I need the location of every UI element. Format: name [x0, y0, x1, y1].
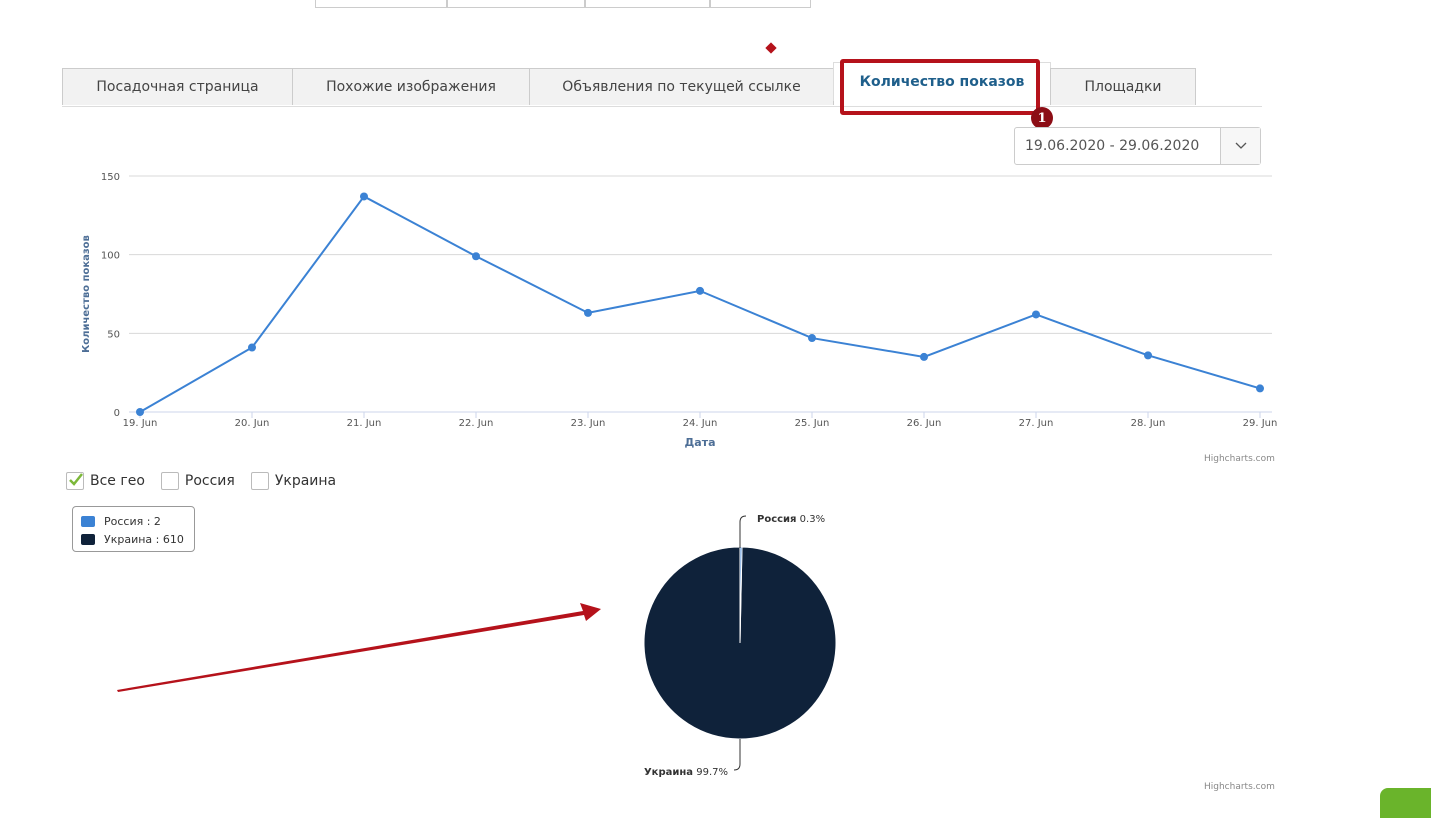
date-range-value: 19.06.2020 - 29.06.2020 — [1025, 138, 1200, 154]
geo-filter-label: Все гео — [90, 473, 145, 489]
x-tick-label: 20. Jun — [235, 418, 270, 429]
pie-label-connector — [733, 739, 741, 771]
y-tick-label: 50 — [107, 329, 120, 340]
x-axis-title: Дата — [684, 436, 715, 449]
legend-item-russia[interactable]: Россия : 2 — [81, 512, 186, 530]
geo-filter-russia[interactable]: Россия — [160, 472, 235, 490]
geo-filter-group: Все гео Россия Украина — [66, 472, 336, 490]
chat-widget-button[interactable] — [1380, 788, 1431, 818]
top-button[interactable] — [585, 0, 710, 8]
geo-filter-label: Россия — [184, 473, 235, 489]
top-button[interactable] — [315, 0, 447, 8]
y-tick-label: 150 — [101, 172, 120, 183]
geo-filter-all[interactable]: Все гео — [66, 472, 145, 490]
pie-slice-russia[interactable] — [739, 546, 743, 644]
data-point[interactable] — [584, 308, 592, 317]
geo-pie-chart: Россия 0.3% Украина 99.7% — [643, 514, 837, 778]
tab-ads-by-link[interactable]: Объявления по текущей ссылке — [529, 68, 834, 105]
data-point[interactable] — [808, 334, 816, 343]
x-tick-label: 28. Jun — [1131, 418, 1166, 429]
series-line — [139, 195, 1261, 413]
tab-similar-images[interactable]: Похожие изображения — [292, 68, 530, 105]
x-tick-label: 26. Jun — [907, 418, 942, 429]
pie-slice-ukraine[interactable] — [643, 546, 837, 740]
tab-platforms[interactable]: Площадки — [1050, 68, 1196, 105]
checkmark-icon — [69, 473, 83, 486]
pie-label-russia: Россия 0.3% — [757, 514, 825, 525]
x-tick-label: 27. Jun — [1019, 418, 1054, 429]
data-point[interactable] — [248, 343, 256, 352]
tab-landing-page[interactable]: Посадочная страница — [62, 68, 293, 105]
data-point[interactable] — [136, 408, 144, 416]
pie-label-ukraine: Украина 99.7% — [644, 767, 728, 778]
pie-chart-credit[interactable]: Highcharts.com — [1204, 782, 1275, 792]
x-tick-label: 19. Jun — [123, 418, 158, 429]
y-tick-label: 100 — [101, 251, 120, 262]
legend-label: Украина : 610 — [104, 532, 184, 546]
annotation-marker — [765, 42, 777, 54]
geo-filter-label: Украина — [274, 473, 337, 489]
x-tick-label: 24. Jun — [683, 418, 718, 429]
data-point[interactable] — [920, 352, 928, 361]
legend-label: Россия : 2 — [104, 514, 161, 528]
pie-label-connector — [739, 515, 747, 548]
data-point[interactable] — [1256, 384, 1264, 393]
annotation-arrow — [117, 603, 601, 692]
data-point[interactable] — [1032, 310, 1040, 319]
data-point[interactable] — [696, 286, 704, 295]
x-tick-label: 21. Jun — [347, 418, 382, 429]
y-axis-title: Количество показов — [81, 235, 92, 353]
x-tick-label: 29. Jun — [1243, 418, 1278, 429]
top-button[interactable] — [447, 0, 585, 8]
annotation-badge: 1 — [1031, 107, 1053, 129]
checkbox[interactable] — [250, 472, 269, 490]
legend-swatch — [81, 533, 95, 545]
chart-credit[interactable]: Highcharts.com — [1204, 454, 1275, 464]
top-button-group — [315, 0, 811, 8]
x-tick-label: 22. Jun — [459, 418, 494, 429]
legend-item-ukraine[interactable]: Украина : 610 — [81, 530, 186, 548]
data-point[interactable] — [472, 252, 480, 261]
x-tick-label: 23. Jun — [571, 418, 606, 429]
x-tick-label: 25. Jun — [795, 418, 830, 429]
y-tick-label: 0 — [114, 408, 120, 419]
impressions-line-chart: 0 50 100 150 19. Jun 20. Jun 21. Jun 22. Jun 23… — [81, 172, 1278, 449]
checkbox[interactable] — [160, 472, 179, 490]
legend-swatch — [81, 515, 95, 527]
geo-filter-ukraine[interactable]: Украина — [250, 472, 337, 490]
checkbox[interactable] — [66, 472, 84, 490]
top-button[interactable] — [710, 0, 811, 8]
annotation-highlight-box — [840, 59, 1040, 115]
pie-legend: Россия : 2 Украина : 610 — [72, 506, 195, 552]
chevron-down-icon[interactable] — [1220, 128, 1260, 164]
data-point[interactable] — [1144, 351, 1152, 360]
date-range-picker[interactable]: 19.06.2020 - 29.06.2020 — [1014, 127, 1261, 165]
tab-bar: Посадочная страница Похожие изображения … — [62, 62, 1262, 107]
data-point[interactable] — [360, 192, 368, 201]
